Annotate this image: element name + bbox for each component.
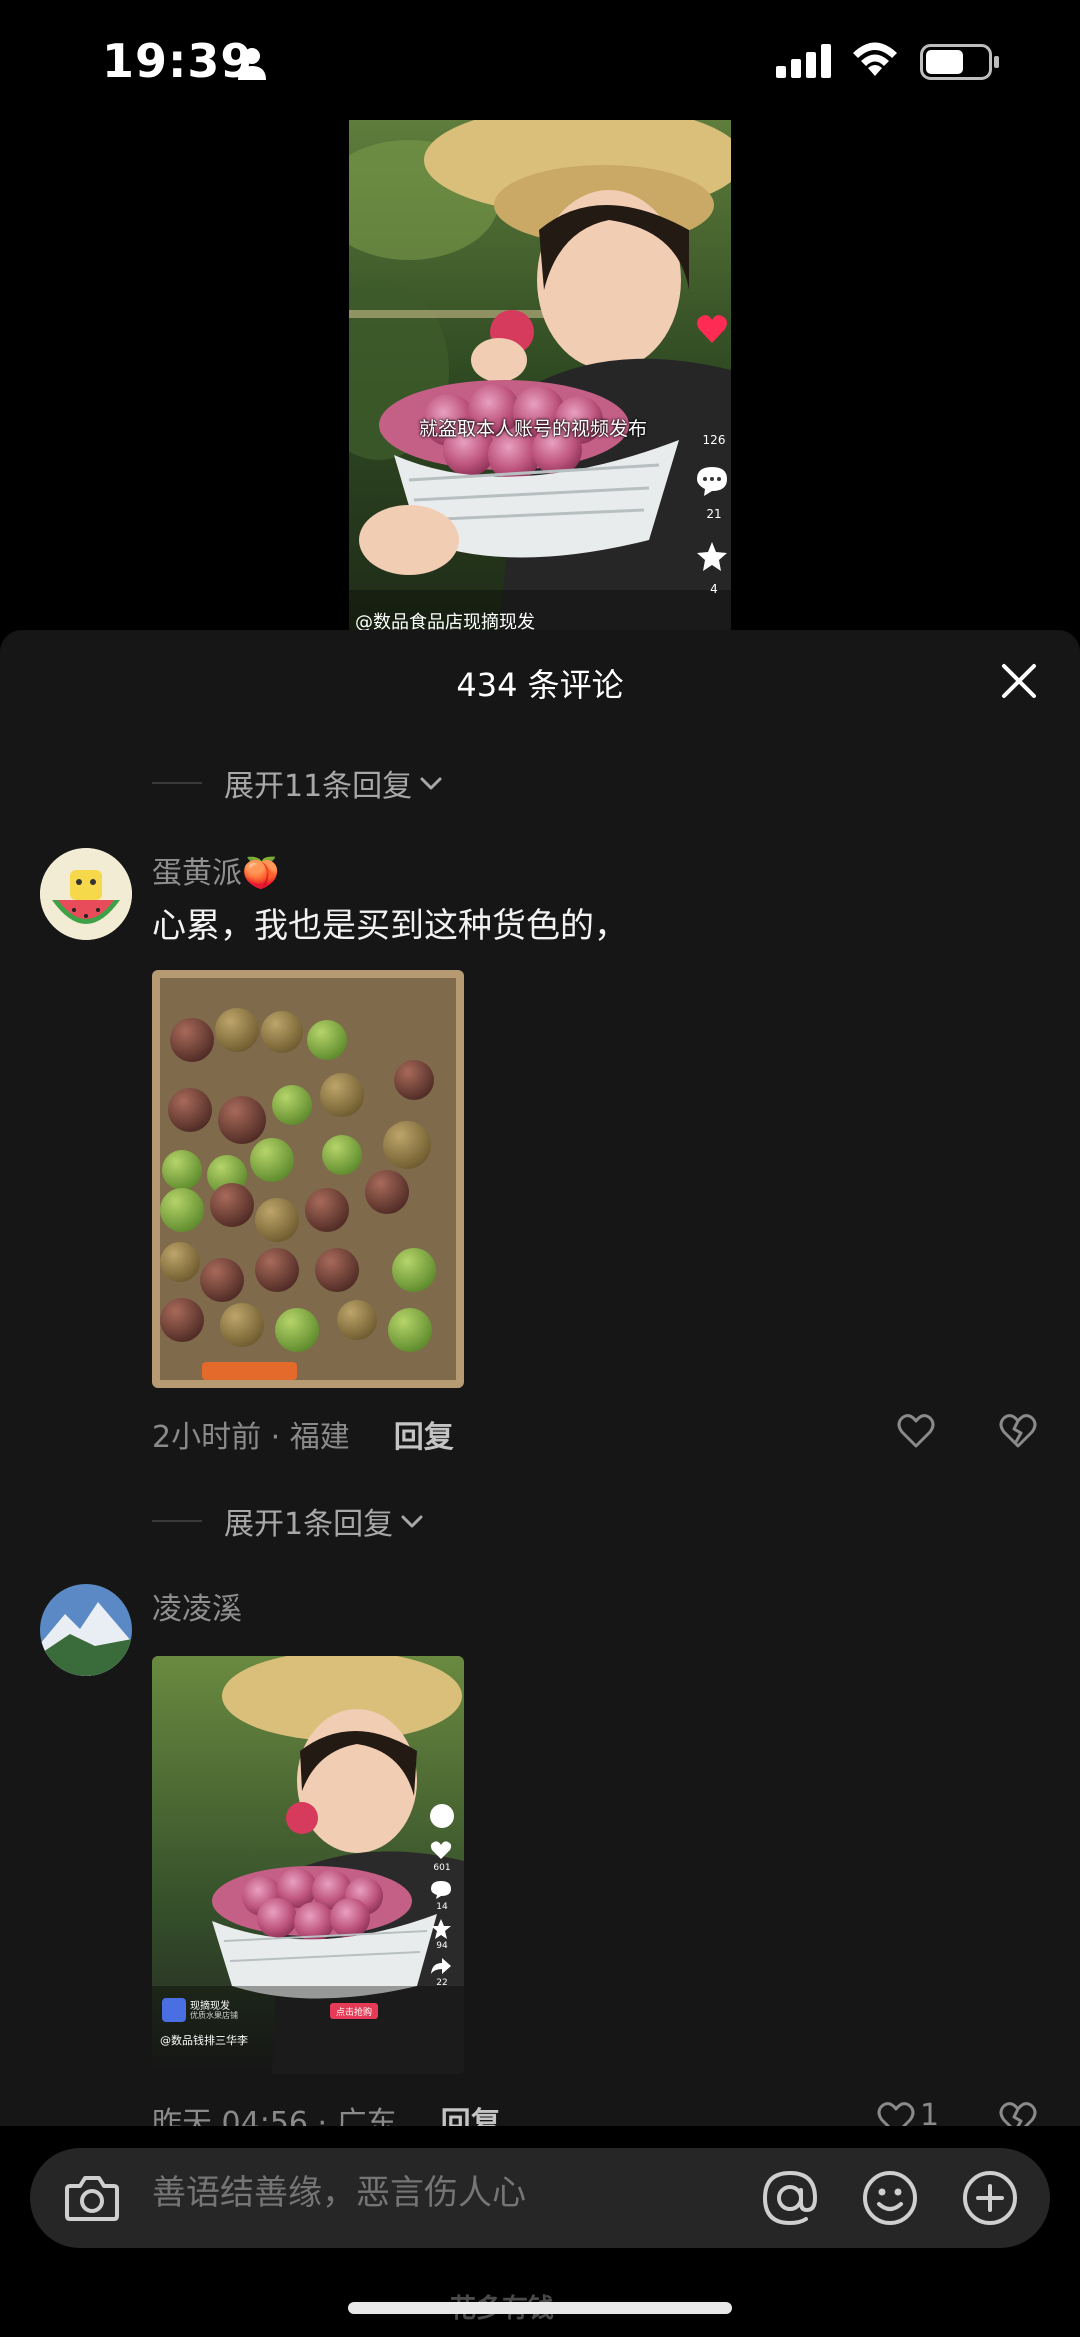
signal-icon — [776, 44, 831, 78]
video-comment-count: 21 — [706, 507, 722, 521]
emoji-icon[interactable] — [860, 2168, 920, 2228]
img-buy-label: 点击抢购 — [335, 2008, 372, 2018]
reply-button[interactable]: 回复 — [394, 1412, 454, 1456]
avatar[interactable] — [40, 1584, 132, 1676]
comment-username[interactable]: 凌凌溪 — [152, 1584, 242, 1628]
comment-time-location: 2小时前 · 福建 — [152, 1420, 350, 1455]
img-badge-subtitle: 优质水果店铺 — [190, 2011, 238, 2020]
plums-box-photo — [152, 970, 464, 1388]
heart-icon — [430, 1841, 452, 1859]
heart-icon — [697, 315, 727, 343]
comment-sheet: 434 条评论 展开11条回复 蛋黄派🍑 心累，我也是买到这种货色的， 2小时前… — [0, 630, 1080, 2337]
at-icon[interactable] — [760, 2168, 820, 2228]
star-icon — [697, 542, 727, 571]
expand-replies-label: 展开11条回复 — [224, 769, 413, 804]
expand-replies-button[interactable]: 展开11条回复 — [152, 758, 444, 808]
img-comment-count: 14 — [436, 1902, 448, 1912]
video-thumbnail[interactable]: 就盗取本人账号的视频发布 126 21 4 @数品食品店现摘现发 — [349, 120, 731, 630]
comment-icon — [697, 467, 727, 496]
comment-input[interactable] — [150, 2172, 754, 2214]
person-icon — [238, 48, 266, 80]
img-favorite-count: 94 — [436, 1941, 448, 1951]
video-overlay-text: 就盗取本人账号的视频发布 — [419, 418, 648, 440]
plus-circle-icon[interactable] — [960, 2168, 1020, 2228]
comment-text: 心累，我也是买到这种货色的， — [152, 906, 628, 946]
img-share-count: 22 — [436, 1978, 448, 1988]
heart-outline-icon[interactable] — [896, 1412, 936, 1450]
mountain-avatar-image — [40, 1584, 132, 1676]
comment-meta: 2小时前 · 福建 回复 — [152, 1412, 454, 1456]
status-time: 19:39 — [102, 34, 254, 88]
wifi-icon — [853, 42, 897, 76]
expand-replies-label: 展开1条回复 — [224, 1507, 394, 1542]
chevron-down-icon — [420, 777, 442, 790]
battery-icon — [920, 44, 999, 80]
comment-count-title: 434 条评论 — [456, 666, 624, 704]
camera-icon[interactable] — [64, 2172, 120, 2224]
img-like-count: 601 — [433, 1863, 451, 1873]
expand-replies-button[interactable]: 展开1条回复 — [152, 1496, 425, 1546]
video-favorite-count: 4 — [710, 582, 718, 596]
status-bar: 19:39 — [0, 0, 1080, 120]
comment-input-area: 花多有钱 — [0, 2126, 1080, 2337]
comment-input-bar[interactable] — [30, 2148, 1050, 2248]
broken-heart-icon[interactable] — [998, 1412, 1038, 1450]
watermelon-avatar-image — [40, 848, 132, 940]
video-bottom-text: @数品食品店现摘现发 — [355, 612, 535, 630]
img-bottom-text: @数品钱排三华李 — [160, 2034, 248, 2047]
chevron-down-icon — [401, 1515, 423, 1528]
video-like-count: 126 — [702, 433, 726, 447]
divider — [152, 782, 202, 784]
divider — [152, 1520, 202, 1522]
star-icon — [431, 1919, 451, 1939]
home-indicator[interactable] — [348, 2302, 732, 2314]
video-scene-image — [349, 120, 731, 630]
comment-image[interactable]: 601 14 94 22 现摘现发 优质水果店铺 点击抢购 @数品钱排三华李 — [152, 1656, 464, 2074]
comment-image[interactable] — [152, 970, 464, 1388]
comment-icon — [431, 1881, 451, 1899]
avatar[interactable] — [40, 848, 132, 940]
share-icon — [431, 1958, 451, 1974]
comment-username[interactable]: 蛋黄派🍑 — [152, 848, 279, 892]
close-icon[interactable] — [998, 660, 1040, 702]
